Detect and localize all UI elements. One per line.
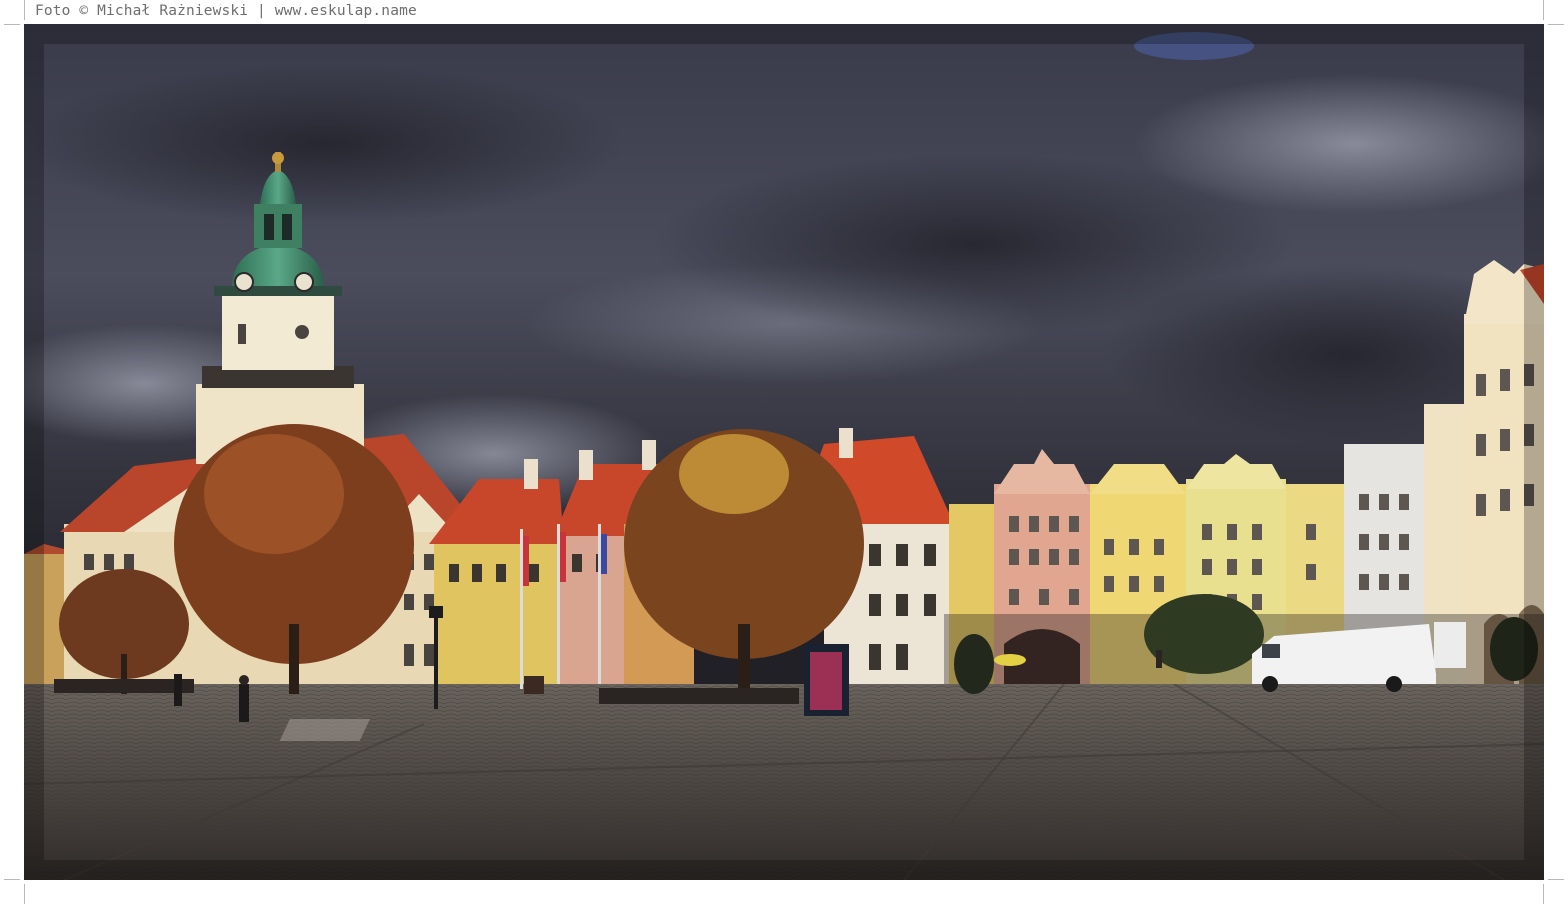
street-lamp-post [434, 614, 438, 709]
van-wheel [1262, 676, 1278, 692]
van-trailer [1434, 622, 1466, 668]
planter [524, 676, 544, 694]
pedestrian [239, 684, 249, 722]
chimney [839, 428, 853, 458]
tower-clock [234, 272, 254, 292]
chimney [642, 440, 656, 470]
crop-mark-bottom-right-v [1543, 884, 1544, 904]
tower-clock [294, 272, 314, 292]
tower-round-window [295, 325, 309, 339]
bench-row [599, 688, 799, 704]
photo-illustration [24, 24, 1544, 880]
van-wheel [1386, 676, 1402, 692]
crop-mark-top-right-h [1548, 24, 1564, 25]
crop-mark-bottom-left-h [4, 879, 20, 880]
tower-lantern [254, 204, 302, 248]
sunlit-patch [279, 719, 370, 741]
tower-finial [272, 152, 284, 164]
town-square-photo [24, 24, 1544, 880]
crop-mark-top-left-h [4, 24, 20, 25]
photo-credit-caption: Foto © Michał Rażniewski | www.eskulap.n… [35, 3, 417, 19]
pedestrian-head [239, 675, 249, 685]
crop-mark-bottom-right-h [1548, 879, 1564, 880]
van-window [1262, 644, 1280, 658]
crop-mark-top-right-v [1543, 0, 1544, 20]
tower-window [238, 324, 246, 344]
tower-cornice [214, 286, 342, 296]
chimney [524, 459, 538, 489]
pedestrian [1156, 650, 1162, 668]
info-kiosk-screen [810, 652, 842, 710]
autumn-tree-left-highlight [204, 434, 344, 554]
crop-mark-bottom-left-v [24, 884, 25, 904]
yellow-house [434, 539, 559, 684]
crop-mark-top-left-v [24, 0, 25, 20]
bench-row [54, 679, 194, 693]
street-lamp-head [429, 606, 443, 618]
dark-shrub [954, 634, 994, 694]
chimney [579, 450, 593, 480]
autumn-tree-center-highlight [679, 434, 789, 514]
cobblestone-texture [24, 684, 1544, 880]
cloud-dark-patch [24, 64, 624, 224]
pedestrian [174, 674, 182, 706]
tower-lantern-opening [264, 214, 274, 240]
tree-trunk [289, 624, 299, 694]
yellow-car [994, 654, 1026, 666]
tower-lantern-opening [282, 214, 292, 240]
